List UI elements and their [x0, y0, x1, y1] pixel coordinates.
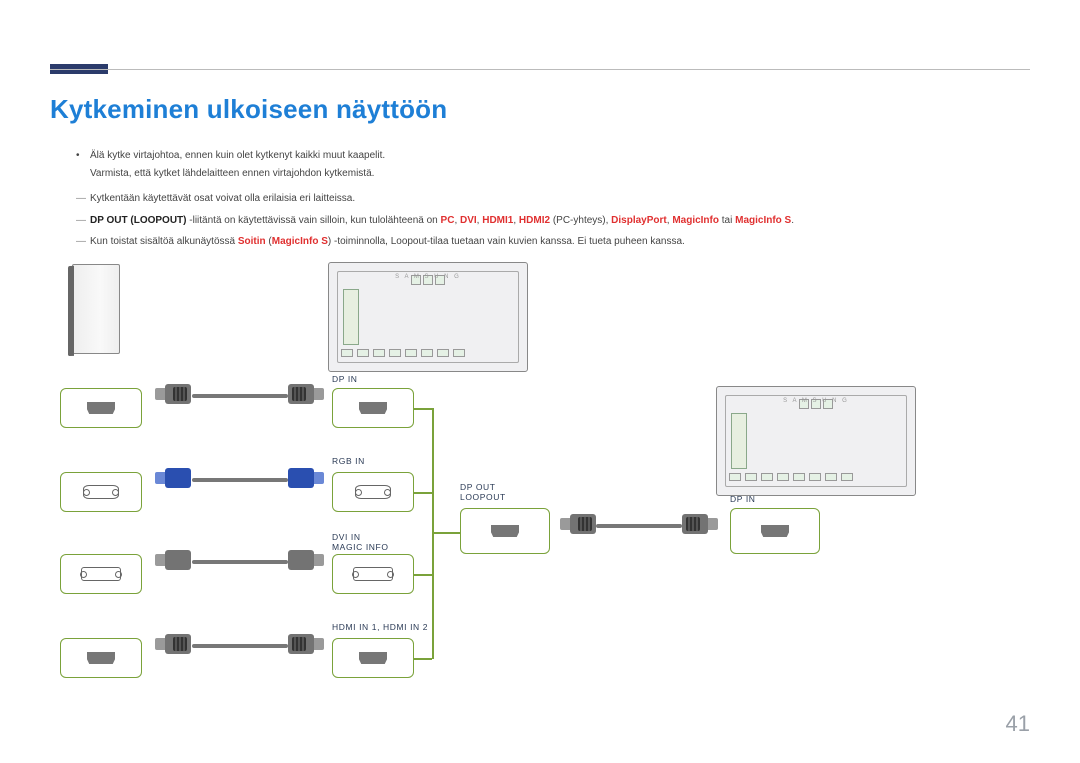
link-line [414, 492, 432, 494]
link-line [414, 574, 432, 576]
note-2-mid: -liitäntä on käytettävissä vain silloin,… [186, 215, 440, 226]
bullet-1: Älä kytke virtajohtoa, ennen kuin olet k… [76, 148, 1020, 164]
src-magicinfo-s: MagicInfo S [735, 215, 791, 226]
hdmi-port-icon [87, 402, 115, 414]
port-mon1-rgb-in [332, 472, 414, 512]
plug-vga-right [288, 468, 324, 488]
body-text: Älä kytke virtajohtoa, ennen kuin olet k… [76, 148, 1020, 256]
cable-dvi [192, 560, 288, 564]
cable-dp [192, 394, 288, 398]
note-2-end: . [791, 215, 794, 226]
note-3: ― Kun toistat sisältöä alkunäytössä Soit… [76, 234, 1020, 250]
cable-hdmi [192, 644, 288, 648]
plug-dp-left [155, 384, 191, 404]
hdmi-port-icon [87, 652, 115, 664]
note-3-rest: -toiminnolla, Loopout-tilaa tuetaan vain… [334, 236, 685, 247]
plug-loop-right [682, 514, 718, 534]
label-dp-out: DP OUT [460, 482, 496, 492]
src-magicinfo: MagicInfo [672, 215, 719, 226]
plug-vga-left [155, 468, 191, 488]
link-line [414, 408, 432, 410]
label-dp-in-2: DP IN [730, 494, 756, 504]
label-dp-in: DP IN [332, 374, 358, 384]
note-1: ― Kytkentään käytettävät osat voivat oll… [76, 191, 1020, 207]
src-pc: PC [441, 215, 455, 226]
note-3-soitin: Soitin [238, 236, 266, 247]
port-mon1-dvi-in [332, 554, 414, 594]
label-hdmi-in: HDMI IN 1, HDMI IN 2 [332, 622, 428, 632]
plug-dp-right [288, 384, 324, 404]
label-loopout: LOOPOUT [460, 492, 506, 502]
plug-dvi-right [288, 550, 324, 570]
port-pc-hdmi [60, 638, 142, 678]
note-2-or: tai [719, 215, 735, 226]
link-line [414, 658, 432, 660]
port-pc-dp [60, 388, 142, 428]
dash-icon: ― [76, 191, 86, 207]
plug-hdmi-right [288, 634, 324, 654]
dash-icon: ― [76, 234, 86, 250]
plug-dvi-left [155, 550, 191, 570]
link-line [432, 408, 434, 659]
port-mon1-dp-out [460, 508, 550, 554]
src-hdmi1: HDMI1 [482, 215, 513, 226]
dash-icon: ― [76, 213, 86, 229]
plug-hdmi-left [155, 634, 191, 654]
vga-port-icon [83, 485, 119, 499]
plug-loop-left [560, 514, 596, 534]
port-mon1-hdmi-in [332, 638, 414, 678]
hdmi-port-icon [761, 525, 789, 537]
note-2: ― DP OUT (LOOPOUT) -liitäntä on käytettä… [76, 213, 1020, 229]
note-3-mis: MagicInfo S [272, 236, 328, 247]
note-2-paren: (PC-yhteys), [550, 215, 611, 226]
port-pc-dvi [60, 554, 142, 594]
src-dvi: DVI [460, 215, 477, 226]
label-dvi-in: DVI IN [332, 532, 361, 542]
pc-side-panel [72, 264, 122, 356]
src-hdmi2: HDMI2 [519, 215, 550, 226]
note-2-bold: DP OUT (LOOPOUT) [90, 215, 186, 226]
port-pc-vga [60, 472, 142, 512]
port-mon1-dp-in [332, 388, 414, 428]
hdmi-port-icon [359, 652, 387, 664]
cable-loopout [596, 524, 682, 528]
link-line [432, 532, 460, 534]
hdmi-port-icon [359, 402, 387, 414]
dvi-port-icon [353, 567, 393, 581]
dvi-port-icon [81, 567, 121, 581]
bullet-1-sub: Varmista, että kytket lähdelaitteen enne… [76, 166, 1020, 182]
monitor-back-2: S A M S U N G [716, 386, 916, 496]
page-number: 41 [1006, 711, 1030, 737]
connection-diagram: S A M S U N G S A M S U N G DP IN RGB IN… [60, 264, 1020, 724]
label-rgb-in: RGB IN [332, 456, 365, 466]
page-title: Kytkeminen ulkoiseen näyttöön [50, 94, 447, 125]
monitor-back-1: S A M S U N G [328, 262, 528, 372]
note-3-pre: Kun toistat sisältöä alkunäytössä [90, 236, 238, 247]
cable-vga [192, 478, 288, 482]
hdmi-port-icon [491, 525, 519, 537]
note-1-text: Kytkentään käytettävät osat voivat olla … [90, 193, 355, 204]
src-dp: DisplayPort [611, 215, 667, 226]
label-magic-info: MAGIC INFO [332, 542, 389, 552]
header-rule-thin [50, 69, 1030, 70]
port-mon2-dp-in [730, 508, 820, 554]
vga-port-icon [355, 485, 391, 499]
